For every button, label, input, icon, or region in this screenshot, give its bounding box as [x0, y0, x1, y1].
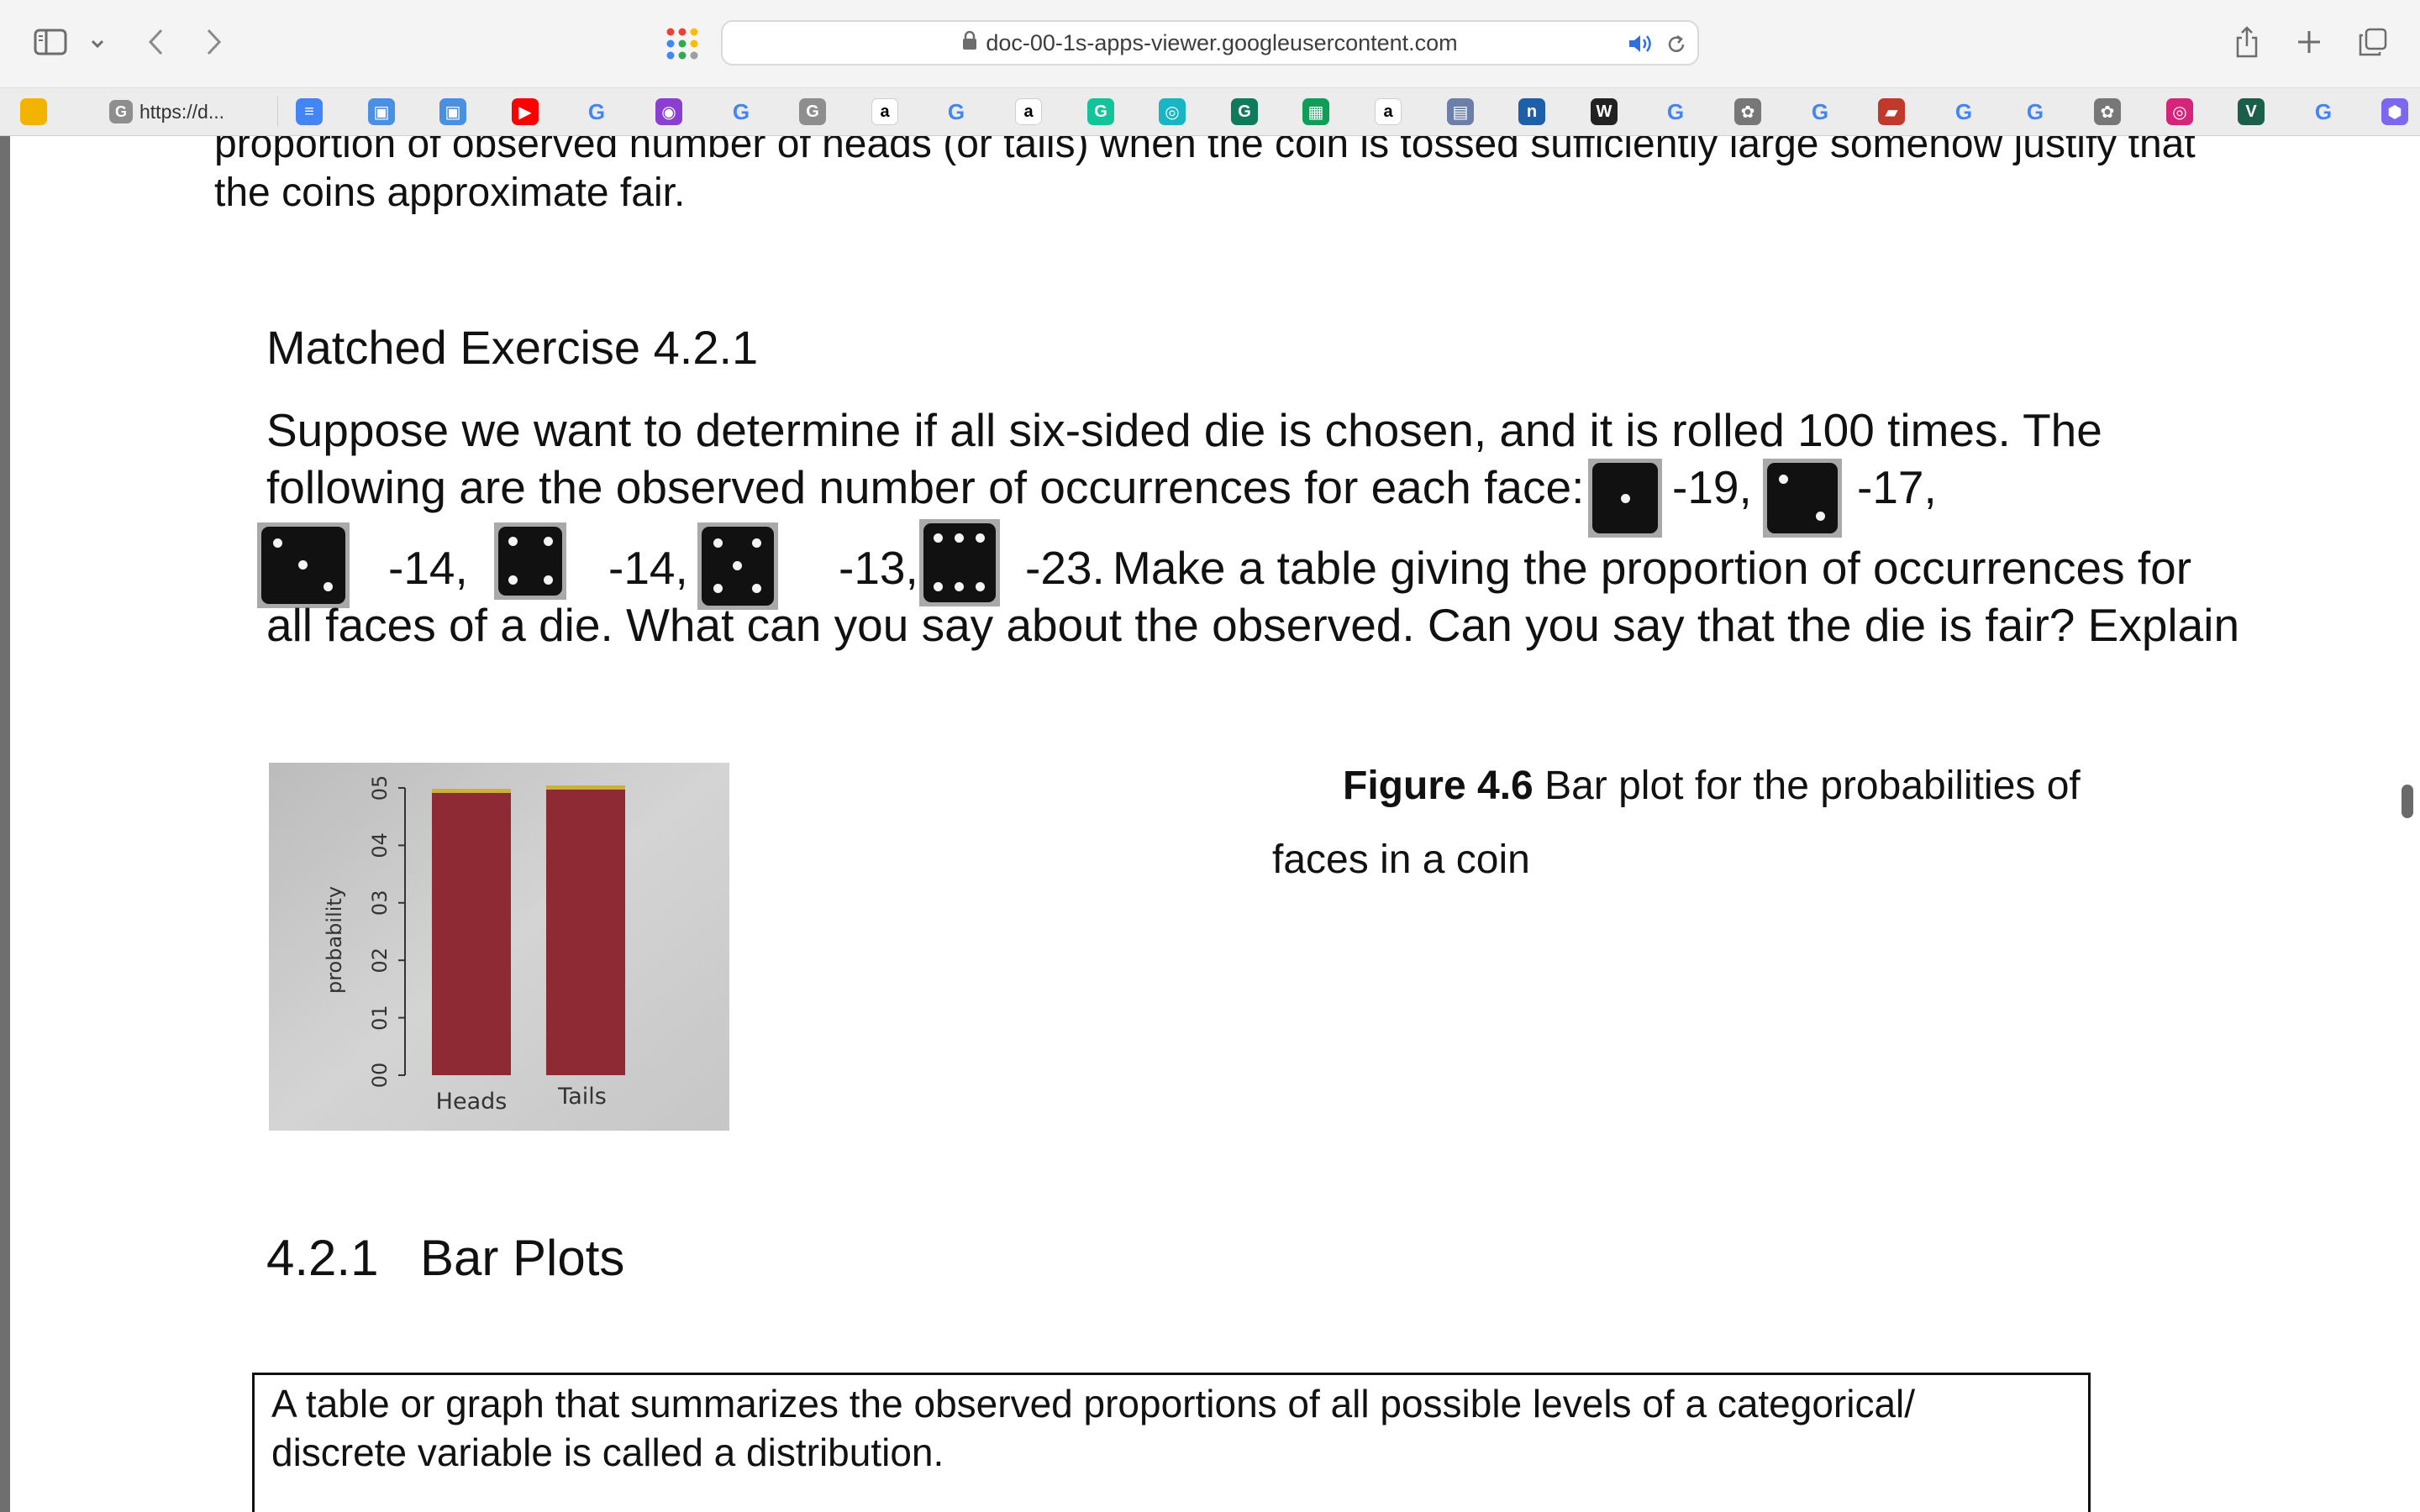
chevron-down-icon[interactable]	[87, 34, 108, 54]
die-face-two-icon	[1763, 459, 1842, 538]
definition-text-line: discrete variable is called a distributi…	[271, 1431, 944, 1474]
definition-text-line: A table or graph that summarizes the obs…	[271, 1382, 1916, 1425]
map-icon[interactable]: ▤	[1447, 98, 1474, 125]
count-face-one: -19,	[1672, 461, 1752, 513]
count-face-four: -14,	[608, 542, 688, 594]
hexagon-icon[interactable]: ⬢	[2381, 98, 2408, 125]
bookmarks-separator	[277, 97, 278, 127]
die-face-one-icon	[1588, 459, 1662, 538]
exercise-text-line: following are the observed number of occ…	[266, 461, 1585, 513]
count-face-three: -14,	[388, 542, 468, 594]
n-icon[interactable]: n	[1518, 98, 1545, 125]
figure-caption-label: Figure 4.6	[1343, 764, 1534, 808]
count-face-two: -17,	[1857, 461, 1937, 513]
apps-grid-icon[interactable]	[664, 25, 701, 62]
scrollbar-thumb[interactable]	[2402, 785, 2413, 818]
google-icon[interactable]: G	[2310, 98, 2337, 125]
tab-overview-icon[interactable]	[2356, 25, 2390, 59]
x-tick-label: Heads	[436, 1089, 508, 1115]
bookmark-tab-item[interactable]: G https://d...	[109, 95, 274, 129]
count-face-six: -23.	[1025, 542, 1105, 594]
calendar-icon[interactable]: ▣	[439, 98, 466, 125]
share-icon[interactable]	[2232, 24, 2262, 60]
y-tick-label: 02	[368, 948, 392, 974]
w-icon[interactable]: W	[1591, 98, 1618, 125]
y-tick-label: 00	[368, 1063, 392, 1089]
google-icon[interactable]: G	[1662, 98, 1689, 125]
y-tick-label: 05	[368, 775, 392, 801]
y-tick-label: 04	[368, 832, 392, 858]
back-arrow-icon[interactable]	[141, 25, 170, 59]
x-tick-label: Tails	[557, 1084, 607, 1110]
exercise-title: Matched Exercise 4.2.1	[266, 321, 759, 374]
die-face-three-icon	[257, 522, 350, 608]
exercise-text-line: all faces of a die. What can you say abo…	[266, 599, 2240, 651]
figure-caption-line2: faces in a coin	[1272, 837, 1530, 882]
amazon-icon[interactable]: a	[1375, 98, 1402, 125]
die-face-six-icon	[919, 519, 1000, 606]
new-tab-icon[interactable]	[2294, 27, 2324, 57]
figure-caption: Figure 4.6 Bar plot for the probabilitie…	[1343, 758, 2081, 815]
google-icon[interactable]: G	[1807, 98, 1833, 125]
die-face-four-icon	[494, 522, 566, 600]
youtube-icon[interactable]: ▶	[512, 98, 539, 125]
bar-tails	[546, 788, 625, 1075]
openai-icon[interactable]: ✿	[2094, 98, 2121, 125]
amazon-icon[interactable]: a	[871, 98, 898, 125]
browser-toolbar: doc-00-1s-apps-viewer.googleusercontent.…	[0, 0, 2420, 88]
grammarly-icon[interactable]: G	[1087, 98, 1114, 125]
exercise-text-line: Suppose we want to determine if all six-…	[266, 404, 2102, 456]
google-icon[interactable]: G	[583, 98, 610, 125]
grammarly-icon[interactable]: G	[1231, 98, 1258, 125]
amazon-icon[interactable]: a	[1015, 98, 1042, 125]
bookmarks-bar: G https://d... ≡ ▣ ▣ ▶ G ◉ G Ga Ga G ◎ G ▦ a ▤ n W G ✿ G ▰ G G…	[0, 88, 2420, 136]
docs-icon[interactable]: ≡	[296, 98, 323, 125]
classroom-icon[interactable]	[20, 98, 47, 125]
y-tick-label: 01	[368, 1005, 392, 1031]
document-page: proportion of observed number of heads (…	[0, 136, 2420, 1512]
openai-icon[interactable]: ✿	[1734, 98, 1761, 125]
google-icon[interactable]: G	[943, 98, 970, 125]
y-tick-label: 03	[368, 890, 392, 916]
figure-caption-text: Bar plot for the probabilities of	[1544, 764, 2081, 808]
y-axis-label: probability	[323, 886, 346, 994]
count-face-five: -13,	[839, 542, 918, 594]
section-number: 4.2.1	[266, 1230, 379, 1286]
book-icon[interactable]: ▰	[1878, 98, 1905, 125]
section-title: Bar Plots	[420, 1230, 625, 1286]
reload-icon[interactable]	[1664, 32, 1689, 57]
calendar-icon[interactable]: ▣	[368, 98, 395, 125]
v-icon[interactable]: V	[2238, 98, 2265, 125]
google-icon[interactable]: G	[728, 98, 755, 125]
bar-top-highlight	[432, 789, 511, 793]
bookmark-tab-label: https://d...	[139, 100, 224, 123]
speaker-icon[interactable]	[1627, 32, 1655, 55]
instagram-icon[interactable]: ◎	[2166, 98, 2193, 125]
page-left-border	[0, 136, 10, 1512]
lock-icon	[962, 30, 977, 56]
url-text: doc-00-1s-apps-viewer.googleusercontent.…	[986, 29, 1458, 55]
bar-heads	[432, 791, 511, 1075]
figure-bar-plot-photo: 00 01 02 03 04 05 probability Heads Tails	[269, 763, 729, 1131]
google-icon: G	[109, 100, 133, 123]
sheets-icon[interactable]: ▦	[1302, 98, 1329, 125]
podcast-icon[interactable]: ◉	[655, 98, 682, 125]
paragraph-line: the coins approximate fair.	[214, 171, 686, 215]
definition-box: A table or graph that summarizes the obs…	[252, 1373, 2091, 1512]
address-bar[interactable]: doc-00-1s-apps-viewer.googleusercontent.…	[721, 20, 1699, 66]
bar-top-highlight	[546, 785, 625, 790]
google-gray-icon[interactable]: G	[799, 98, 826, 125]
forward-arrow-icon[interactable]	[200, 25, 229, 59]
sidebar-toggle-icon[interactable]	[32, 27, 69, 57]
bar-chart: 00 01 02 03 04 05 probability Heads Tails	[269, 763, 729, 1131]
brain-icon[interactable]: ◎	[1159, 98, 1186, 125]
google-icon[interactable]: G	[2022, 98, 2049, 125]
google-icon[interactable]: G	[1950, 98, 1977, 125]
exercise-text-line: Make a table giving the proportion of oc…	[1113, 542, 2192, 594]
